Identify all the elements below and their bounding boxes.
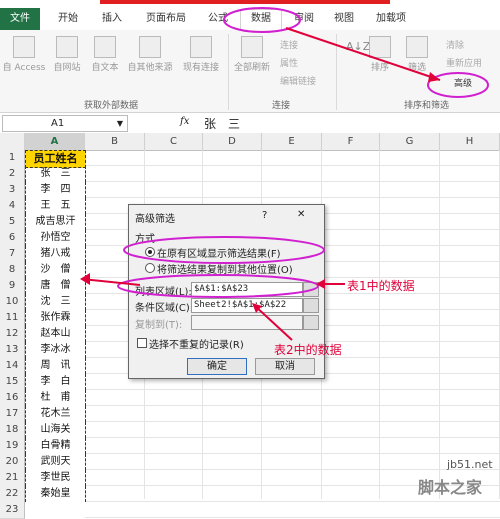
- annotation-overlay: [80, 7, 489, 341]
- row-header[interactable]: 23: [0, 502, 25, 519]
- arrow-to-advanced: [285, 27, 441, 81]
- arrow-to-criteria-field: [253, 304, 293, 341]
- highlight-in-place-option: [123, 236, 325, 264]
- highlight-advanced: [427, 72, 489, 98]
- highlight-list-range: [117, 274, 319, 298]
